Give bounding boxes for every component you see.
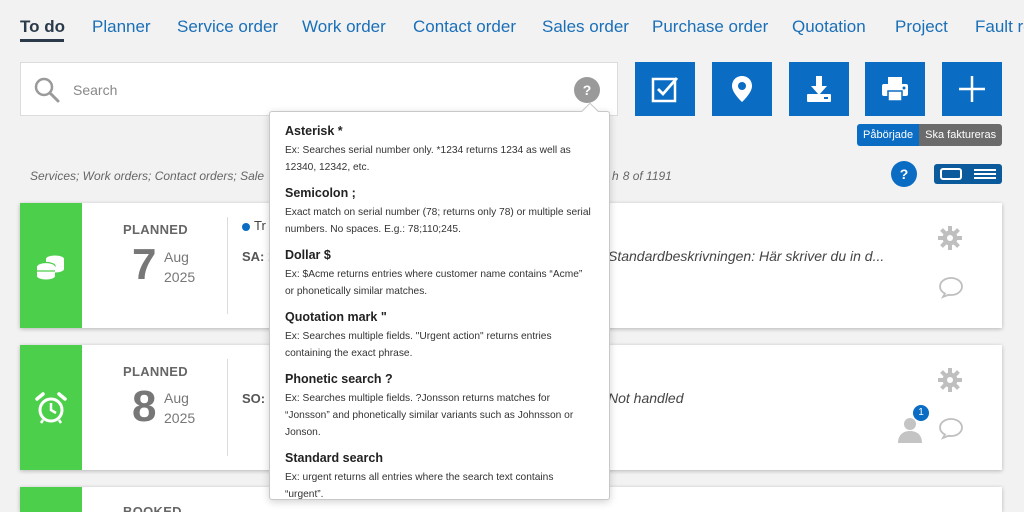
tab-to-do[interactable]: To do bbox=[20, 17, 65, 37]
card-type-strip bbox=[20, 487, 82, 512]
print-button[interactable] bbox=[865, 62, 925, 116]
tab-service-order[interactable]: Service order bbox=[177, 17, 278, 37]
comment-icon[interactable] bbox=[938, 275, 964, 299]
top-tabs: To do Planner Service order Work order C… bbox=[0, 0, 1024, 56]
tip-title: Quotation mark " bbox=[285, 310, 387, 324]
card-status: PLANNED bbox=[123, 222, 188, 237]
gear-icon[interactable] bbox=[937, 367, 963, 393]
search-icon bbox=[34, 77, 60, 103]
tip-standard: Standard search Ex: urgent returns all e… bbox=[285, 451, 594, 503]
add-button[interactable] bbox=[942, 62, 1002, 116]
tab-purchase-order[interactable]: Purchase order bbox=[652, 17, 768, 37]
view-toggle bbox=[934, 164, 1002, 184]
result-count: h8 of 1191 bbox=[608, 169, 672, 183]
list-view-icon bbox=[974, 169, 996, 179]
gear-icon[interactable] bbox=[937, 508, 963, 512]
tab-planner[interactable]: Planner bbox=[92, 17, 151, 37]
result-count-prefix: h bbox=[612, 169, 619, 183]
tip-semicolon: Semicolon ; Exact match on serial number… bbox=[285, 186, 594, 238]
status-dot bbox=[242, 223, 250, 231]
card-day: 7 bbox=[132, 240, 157, 289]
search-input[interactable] bbox=[73, 78, 553, 102]
comment-icon[interactable] bbox=[938, 416, 964, 440]
tab-work-order[interactable]: Work order bbox=[302, 17, 386, 37]
tab-fault-report[interactable]: Fault re bbox=[975, 17, 1024, 37]
tip-body: Ex: Searches multiple fields. "Urgent ac… bbox=[285, 331, 552, 359]
card-type-strip bbox=[20, 203, 82, 328]
select-button[interactable] bbox=[635, 62, 695, 116]
card-view-option[interactable] bbox=[934, 164, 968, 184]
card-month: Aug bbox=[164, 249, 189, 265]
active-tab-underline bbox=[20, 39, 64, 42]
status-started[interactable]: Påbörjade bbox=[857, 124, 920, 146]
tab-project[interactable]: Project bbox=[895, 17, 948, 37]
card-view-icon bbox=[940, 168, 962, 180]
card-divider bbox=[227, 359, 228, 456]
card-year: 2025 bbox=[164, 269, 196, 285]
help-button[interactable]: ? bbox=[891, 161, 917, 187]
card-status: BOOKED bbox=[123, 504, 182, 512]
tip-body: Ex: Searches multiple fields. ?Jonsson r… bbox=[285, 393, 574, 438]
tip-dollar: Dollar $ Ex: $Acme returns entries where… bbox=[285, 248, 594, 300]
download-icon bbox=[807, 76, 831, 102]
tab-quotation[interactable]: Quotation bbox=[792, 17, 866, 37]
card-status: PLANNED bbox=[123, 364, 188, 379]
alarm-clock-icon bbox=[35, 391, 67, 424]
result-count-value: 8 of 1191 bbox=[622, 169, 672, 183]
tip-body: Ex: urgent returns all entries where the… bbox=[285, 472, 554, 500]
assignee-count-badge: 1 bbox=[913, 405, 929, 421]
tip-quotation-mark: Quotation mark " Ex: Searches multiple f… bbox=[285, 310, 594, 362]
card-month: Aug bbox=[164, 390, 189, 406]
card-divider bbox=[227, 217, 228, 314]
status-to-invoice[interactable]: Ska faktureras bbox=[919, 124, 1003, 146]
tip-body: Exact match on serial number (78; return… bbox=[285, 207, 591, 235]
tip-asterisk: Asterisk * Ex: Searches serial number on… bbox=[285, 124, 594, 176]
download-button[interactable] bbox=[789, 62, 849, 116]
filter-summary: Services; Work orders; Contact orders; S… bbox=[30, 169, 265, 183]
search-help-icon[interactable]: ? bbox=[574, 77, 600, 103]
tip-title: Phonetic search ? bbox=[285, 372, 393, 386]
coins-icon bbox=[36, 255, 64, 279]
tip-title: Asterisk * bbox=[285, 124, 343, 138]
search-help-popover: Asterisk * Ex: Searches serial number on… bbox=[269, 102, 610, 503]
list-view-option[interactable] bbox=[968, 164, 1002, 184]
map-button[interactable] bbox=[712, 62, 772, 116]
tip-body: Ex: $Acme returns entries where customer… bbox=[285, 269, 583, 297]
gear-icon[interactable] bbox=[937, 225, 963, 251]
location-pin-icon bbox=[732, 76, 752, 102]
tab-sales-order[interactable]: Sales order bbox=[542, 17, 629, 37]
tip-body: Ex: Searches serial number only. *1234 r… bbox=[285, 145, 571, 173]
search-box: ? bbox=[20, 62, 618, 116]
status-dot-label: Tr bbox=[254, 218, 266, 233]
tip-phonetic: Phonetic search ? Ex: Searches multiple … bbox=[285, 372, 594, 441]
card-type-strip bbox=[20, 345, 82, 470]
checkbox-icon bbox=[651, 77, 679, 103]
tab-contact-order[interactable]: Contact order bbox=[413, 17, 516, 37]
card-description: Not handled bbox=[608, 390, 684, 406]
card-description: Standardbeskrivningen: Här skriver du in… bbox=[608, 248, 885, 264]
card-day: 8 bbox=[132, 382, 157, 431]
tip-title: Standard search bbox=[285, 451, 383, 465]
tip-title: Dollar $ bbox=[285, 248, 331, 262]
status-toggle: Påbörjade Ska faktureras bbox=[857, 124, 1003, 146]
print-icon bbox=[882, 77, 908, 102]
card-year: 2025 bbox=[164, 410, 196, 426]
tip-title: Semicolon ; bbox=[285, 186, 356, 200]
plus-icon bbox=[959, 76, 985, 102]
